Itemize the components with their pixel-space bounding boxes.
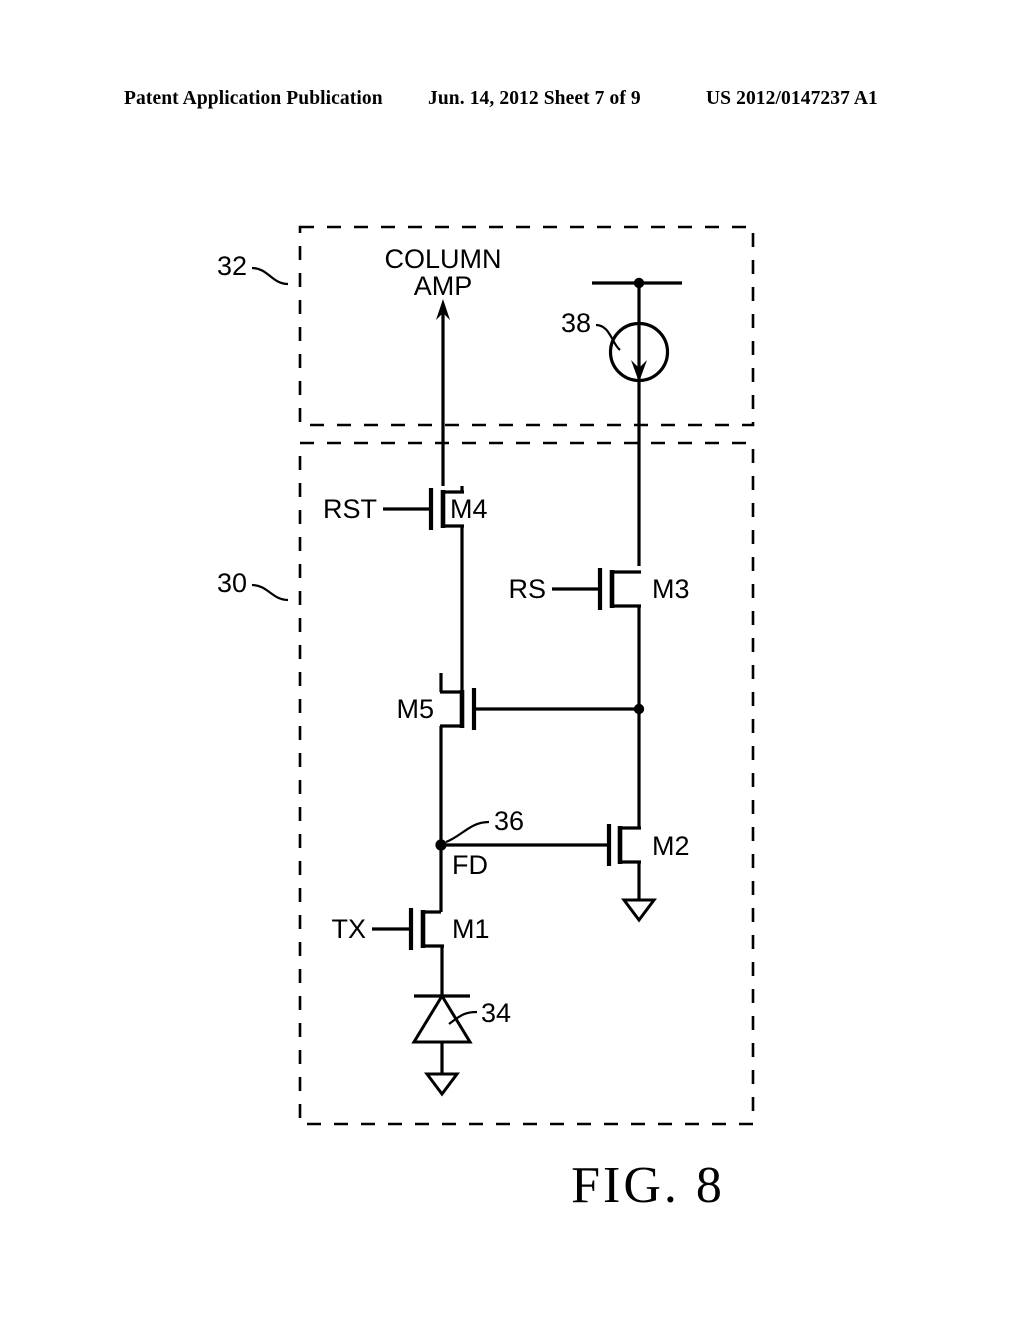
leader-line-36 — [445, 820, 490, 844]
signal-label-rs: RS — [508, 574, 546, 604]
ground-symbol-m2 — [621, 898, 657, 923]
reference-numeral-38: 38 — [561, 308, 591, 338]
block-32-dashed-boundary — [298, 225, 755, 427]
ground-symbol-photodiode — [424, 1072, 460, 1097]
reference-numeral-34: 34 — [481, 998, 511, 1028]
transistor-label-m3: M3 — [652, 574, 690, 604]
transistor-label-m5: M5 — [396, 694, 434, 724]
column-amp-label-line1: COLUMN — [384, 244, 501, 274]
block-30-dashed-boundary — [298, 441, 755, 1126]
reference-numeral-30: 30 — [217, 568, 247, 598]
fd-node-label: FD — [452, 850, 488, 880]
photodiode-triangle — [411, 993, 473, 1044]
signal-label-rst: RST — [323, 494, 377, 524]
leader-line-32 — [251, 266, 289, 286]
transistor-label-m1: M1 — [452, 914, 490, 944]
figure-caption: FIG. 8 — [571, 1157, 725, 1214]
leader-line-30 — [251, 583, 289, 602]
transistor-label-m4: M4 — [450, 494, 488, 524]
circuit-schematic: 32 30 COLUMN AMP 38 RST M4 RS M3 M5 FD 3… — [217, 225, 755, 1214]
reference-numeral-36: 36 — [494, 806, 524, 836]
leader-line-38 — [595, 323, 621, 351]
signal-label-tx: TX — [331, 914, 366, 944]
transistor-label-m2: M2 — [652, 831, 690, 861]
patent-figure-page: Patent Application Publication Jun. 14, … — [0, 0, 1024, 1320]
reference-numeral-32: 32 — [217, 251, 247, 281]
column-amp-label-line2: AMP — [414, 271, 473, 301]
